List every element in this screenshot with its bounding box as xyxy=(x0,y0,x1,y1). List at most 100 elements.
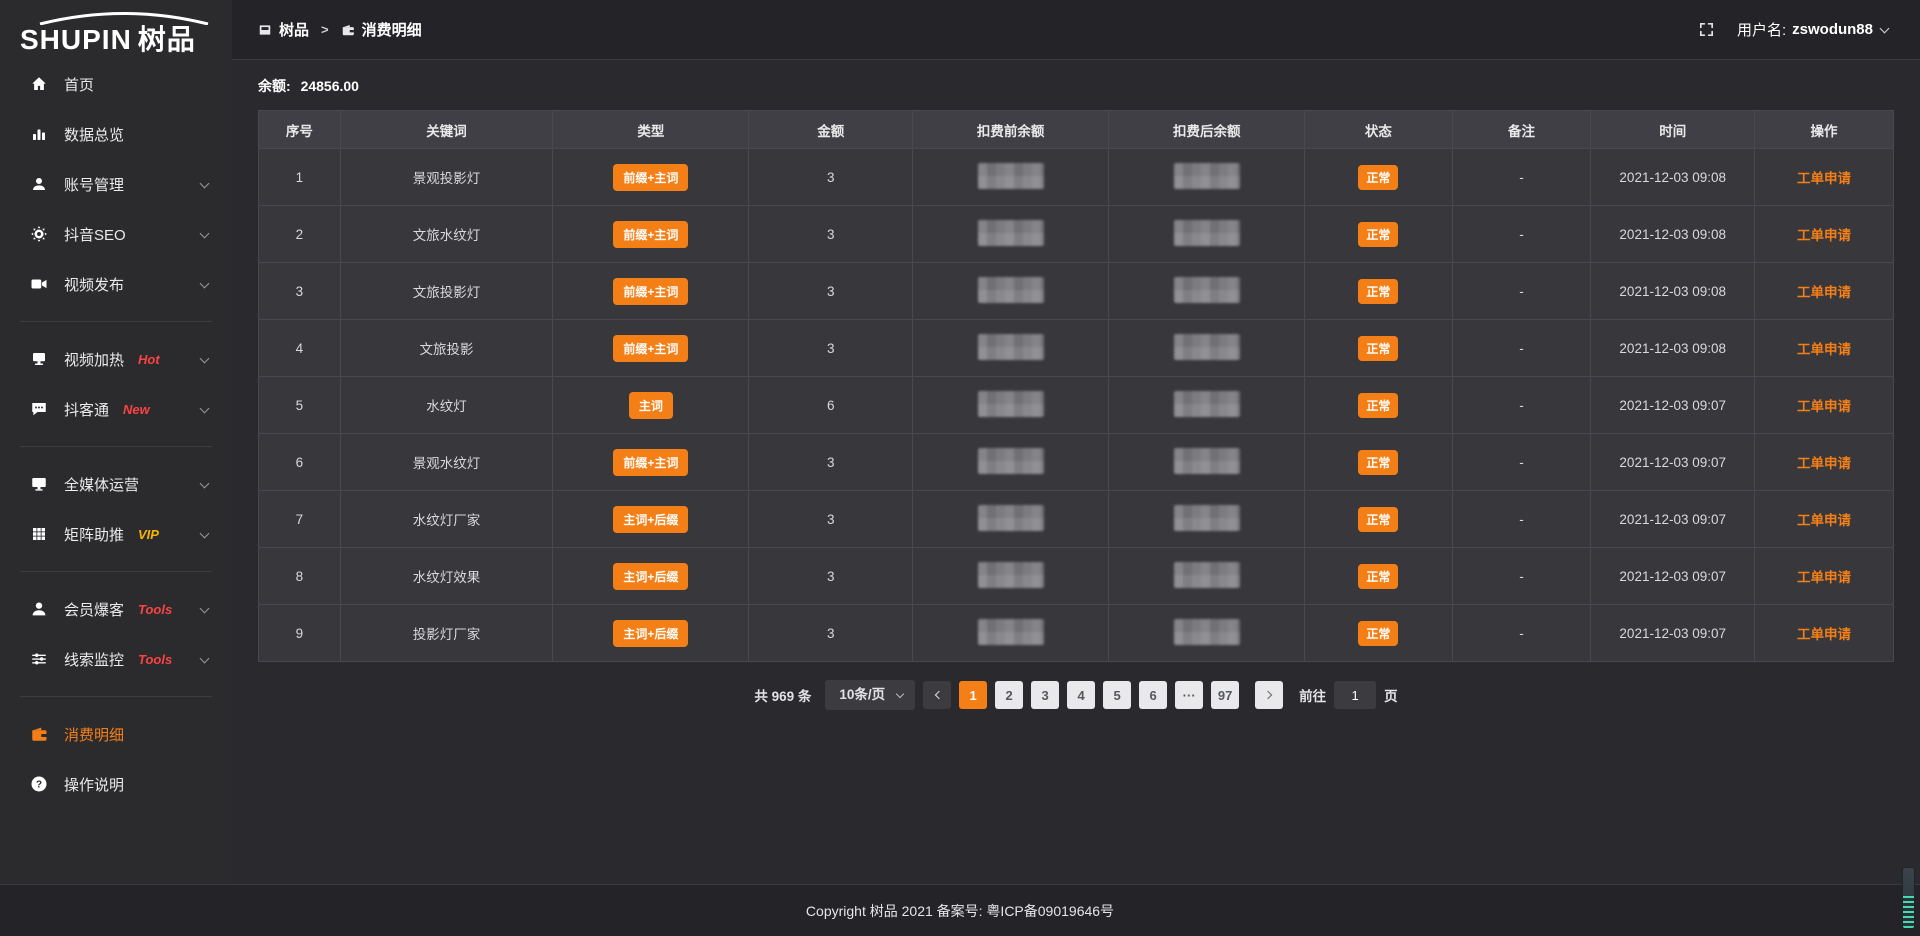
chevron-right-icon xyxy=(1265,691,1273,699)
sidebar-item-gear[interactable]: 抖音SEO xyxy=(0,209,232,259)
sidebar-item-label: 会员爆客 xyxy=(64,599,124,620)
floating-widget[interactable] xyxy=(1902,867,1915,929)
sidebar-item-sliders[interactable]: 线索监控Tools xyxy=(0,634,232,684)
page-button-2[interactable]: 2 xyxy=(995,681,1023,709)
sidebar-item-video[interactable]: 视频发布 xyxy=(0,259,232,309)
status-badge: 正常 xyxy=(1358,450,1398,475)
type-badge: 前缀+主词 xyxy=(613,449,688,476)
type-badge: 主词+后缀 xyxy=(613,563,688,590)
page-button-97[interactable]: 97 xyxy=(1211,681,1239,709)
chevron-down-icon xyxy=(200,354,210,364)
table-row: 8水纹灯效果主词+后缀3正常-2021-12-03 09:07工单申请 xyxy=(259,548,1894,605)
app-window: SHUPIN树品 首页数据总览账号管理抖音SEO 视频发布视频加热Hot抖客通Ne… xyxy=(0,0,1920,936)
cell-pre-balance xyxy=(912,605,1108,662)
masked-value xyxy=(978,448,1044,474)
ticket-request-link[interactable]: 工单申请 xyxy=(1797,342,1851,357)
sidebar-item-chart[interactable]: 数据总览 xyxy=(0,109,232,159)
masked-value xyxy=(1174,163,1240,189)
cell-action: 工单申请 xyxy=(1754,377,1893,434)
user-menu[interactable]: 用户名: zswodun88 xyxy=(1737,19,1890,40)
next-page-button[interactable] xyxy=(1255,681,1283,709)
sidebar-item-label: 抖音SEO xyxy=(64,224,126,245)
logo-text: SHUPIN树品 xyxy=(20,25,232,55)
sidebar-item-label: 操作说明 xyxy=(64,774,124,795)
page-button-3[interactable]: 3 xyxy=(1031,681,1059,709)
page-button-5[interactable]: 5 xyxy=(1103,681,1131,709)
sidebar-item-question[interactable]: ?操作说明 xyxy=(0,759,232,809)
page-button-4[interactable]: 4 xyxy=(1067,681,1095,709)
cell-type: 主词 xyxy=(553,377,749,434)
sidebar-item-member[interactable]: 会员爆客Tools xyxy=(0,584,232,634)
grid-icon xyxy=(30,525,48,543)
sidebar-item-label: 首页 xyxy=(64,74,94,95)
sidebar-item-grid[interactable]: 矩阵助推VIP xyxy=(0,509,232,559)
cell-status: 正常 xyxy=(1305,605,1452,662)
cell-time: 2021-12-03 09:07 xyxy=(1591,434,1755,491)
breadcrumb-item-home[interactable]: 树品 xyxy=(258,19,309,40)
ticket-request-link[interactable]: 工单申请 xyxy=(1797,513,1851,528)
page-button-6[interactable]: 6 xyxy=(1139,681,1167,709)
cell-status: 正常 xyxy=(1305,263,1452,320)
masked-value xyxy=(978,277,1044,303)
cell-action: 工单申请 xyxy=(1754,491,1893,548)
sidebar-item-wallet[interactable]: 消费明细 xyxy=(0,709,232,759)
cell-time: 2021-12-03 09:08 xyxy=(1591,149,1755,206)
cell-status: 正常 xyxy=(1305,320,1452,377)
sidebar-item-home[interactable]: 首页 xyxy=(0,59,232,109)
breadcrumb-label: 消费明细 xyxy=(362,19,422,40)
cell-index: 1 xyxy=(259,149,341,206)
status-badge: 正常 xyxy=(1358,564,1398,589)
sidebar-divider xyxy=(20,446,212,447)
goto-label: 前往 xyxy=(1299,685,1326,705)
cell-post-balance xyxy=(1109,320,1305,377)
ticket-request-link[interactable]: 工单申请 xyxy=(1797,228,1851,243)
cell-amount: 6 xyxy=(749,377,913,434)
sidebar-item-label: 账号管理 xyxy=(64,174,124,195)
ticket-request-link[interactable]: 工单申请 xyxy=(1797,171,1851,186)
logo-text-cn: 树品 xyxy=(138,24,196,55)
prev-page-button[interactable] xyxy=(923,681,951,709)
page-size-value: 10条/页 xyxy=(839,687,885,702)
table-row: 1景观投影灯前缀+主词3正常-2021-12-03 09:08工单申请 xyxy=(259,149,1894,206)
ticket-request-link[interactable]: 工单申请 xyxy=(1797,570,1851,585)
sidebar-item-label: 全媒体运营 xyxy=(64,474,139,495)
cell-time: 2021-12-03 09:07 xyxy=(1591,605,1755,662)
table-row: 5水纹灯主词6正常-2021-12-03 09:07工单申请 xyxy=(259,377,1894,434)
sidebar-item-badge: VIP xyxy=(138,527,159,542)
ticket-request-link[interactable]: 工单申请 xyxy=(1797,399,1851,414)
goto-suffix: 页 xyxy=(1384,685,1398,705)
cell-status: 正常 xyxy=(1305,206,1452,263)
table-row: 7水纹灯厂家主词+后缀3正常-2021-12-03 09:07工单申请 xyxy=(259,491,1894,548)
page-size-select[interactable]: 10条/页 xyxy=(825,680,915,710)
cell-status: 正常 xyxy=(1305,548,1452,605)
sidebar-divider xyxy=(20,321,212,322)
masked-value xyxy=(1174,448,1240,474)
type-badge: 前缀+主词 xyxy=(613,335,688,362)
ticket-request-link[interactable]: 工单申请 xyxy=(1797,285,1851,300)
breadcrumb-separator: > xyxy=(321,22,329,37)
ticket-request-link[interactable]: 工单申请 xyxy=(1797,456,1851,471)
ticket-request-link[interactable]: 工单申请 xyxy=(1797,627,1851,642)
sidebar-item-label: 消费明细 xyxy=(64,724,124,745)
cell-time: 2021-12-03 09:07 xyxy=(1591,491,1755,548)
more-pages-button[interactable]: ··· xyxy=(1175,681,1203,709)
sidebar-item-heat[interactable]: 视频加热Hot xyxy=(0,334,232,384)
cell-remark: - xyxy=(1452,377,1591,434)
sidebar: SHUPIN树品 首页数据总览账号管理抖音SEO 视频发布视频加热Hot抖客通Ne… xyxy=(0,0,232,936)
page-button-1[interactable]: 1 xyxy=(959,681,987,709)
main-content: 余额: 24856.00 序号关键词类型金额扣费前余额扣费后余额状态备注时间操作… xyxy=(232,76,1920,710)
goto-page-input[interactable] xyxy=(1334,681,1376,709)
sidebar-item-monitor[interactable]: 全媒体运营 xyxy=(0,459,232,509)
fullscreen-icon[interactable] xyxy=(1698,21,1715,38)
cell-status: 正常 xyxy=(1305,434,1452,491)
breadcrumb-item-current[interactable]: 消费明细 xyxy=(341,19,422,40)
sidebar-item-chat[interactable]: 抖客通New xyxy=(0,384,232,434)
cell-amount: 3 xyxy=(749,434,913,491)
pagination: 共 969 条 10条/页 123456···97 前往 页 xyxy=(258,680,1894,710)
sidebar-item-user[interactable]: 账号管理 xyxy=(0,159,232,209)
consumption-table: 序号关键词类型金额扣费前余额扣费后余额状态备注时间操作 1景观投影灯前缀+主词3… xyxy=(258,110,1894,662)
column-header: 时间 xyxy=(1591,111,1755,149)
column-header: 金额 xyxy=(749,111,913,149)
chat-icon xyxy=(30,400,48,418)
cell-remark: - xyxy=(1452,320,1591,377)
